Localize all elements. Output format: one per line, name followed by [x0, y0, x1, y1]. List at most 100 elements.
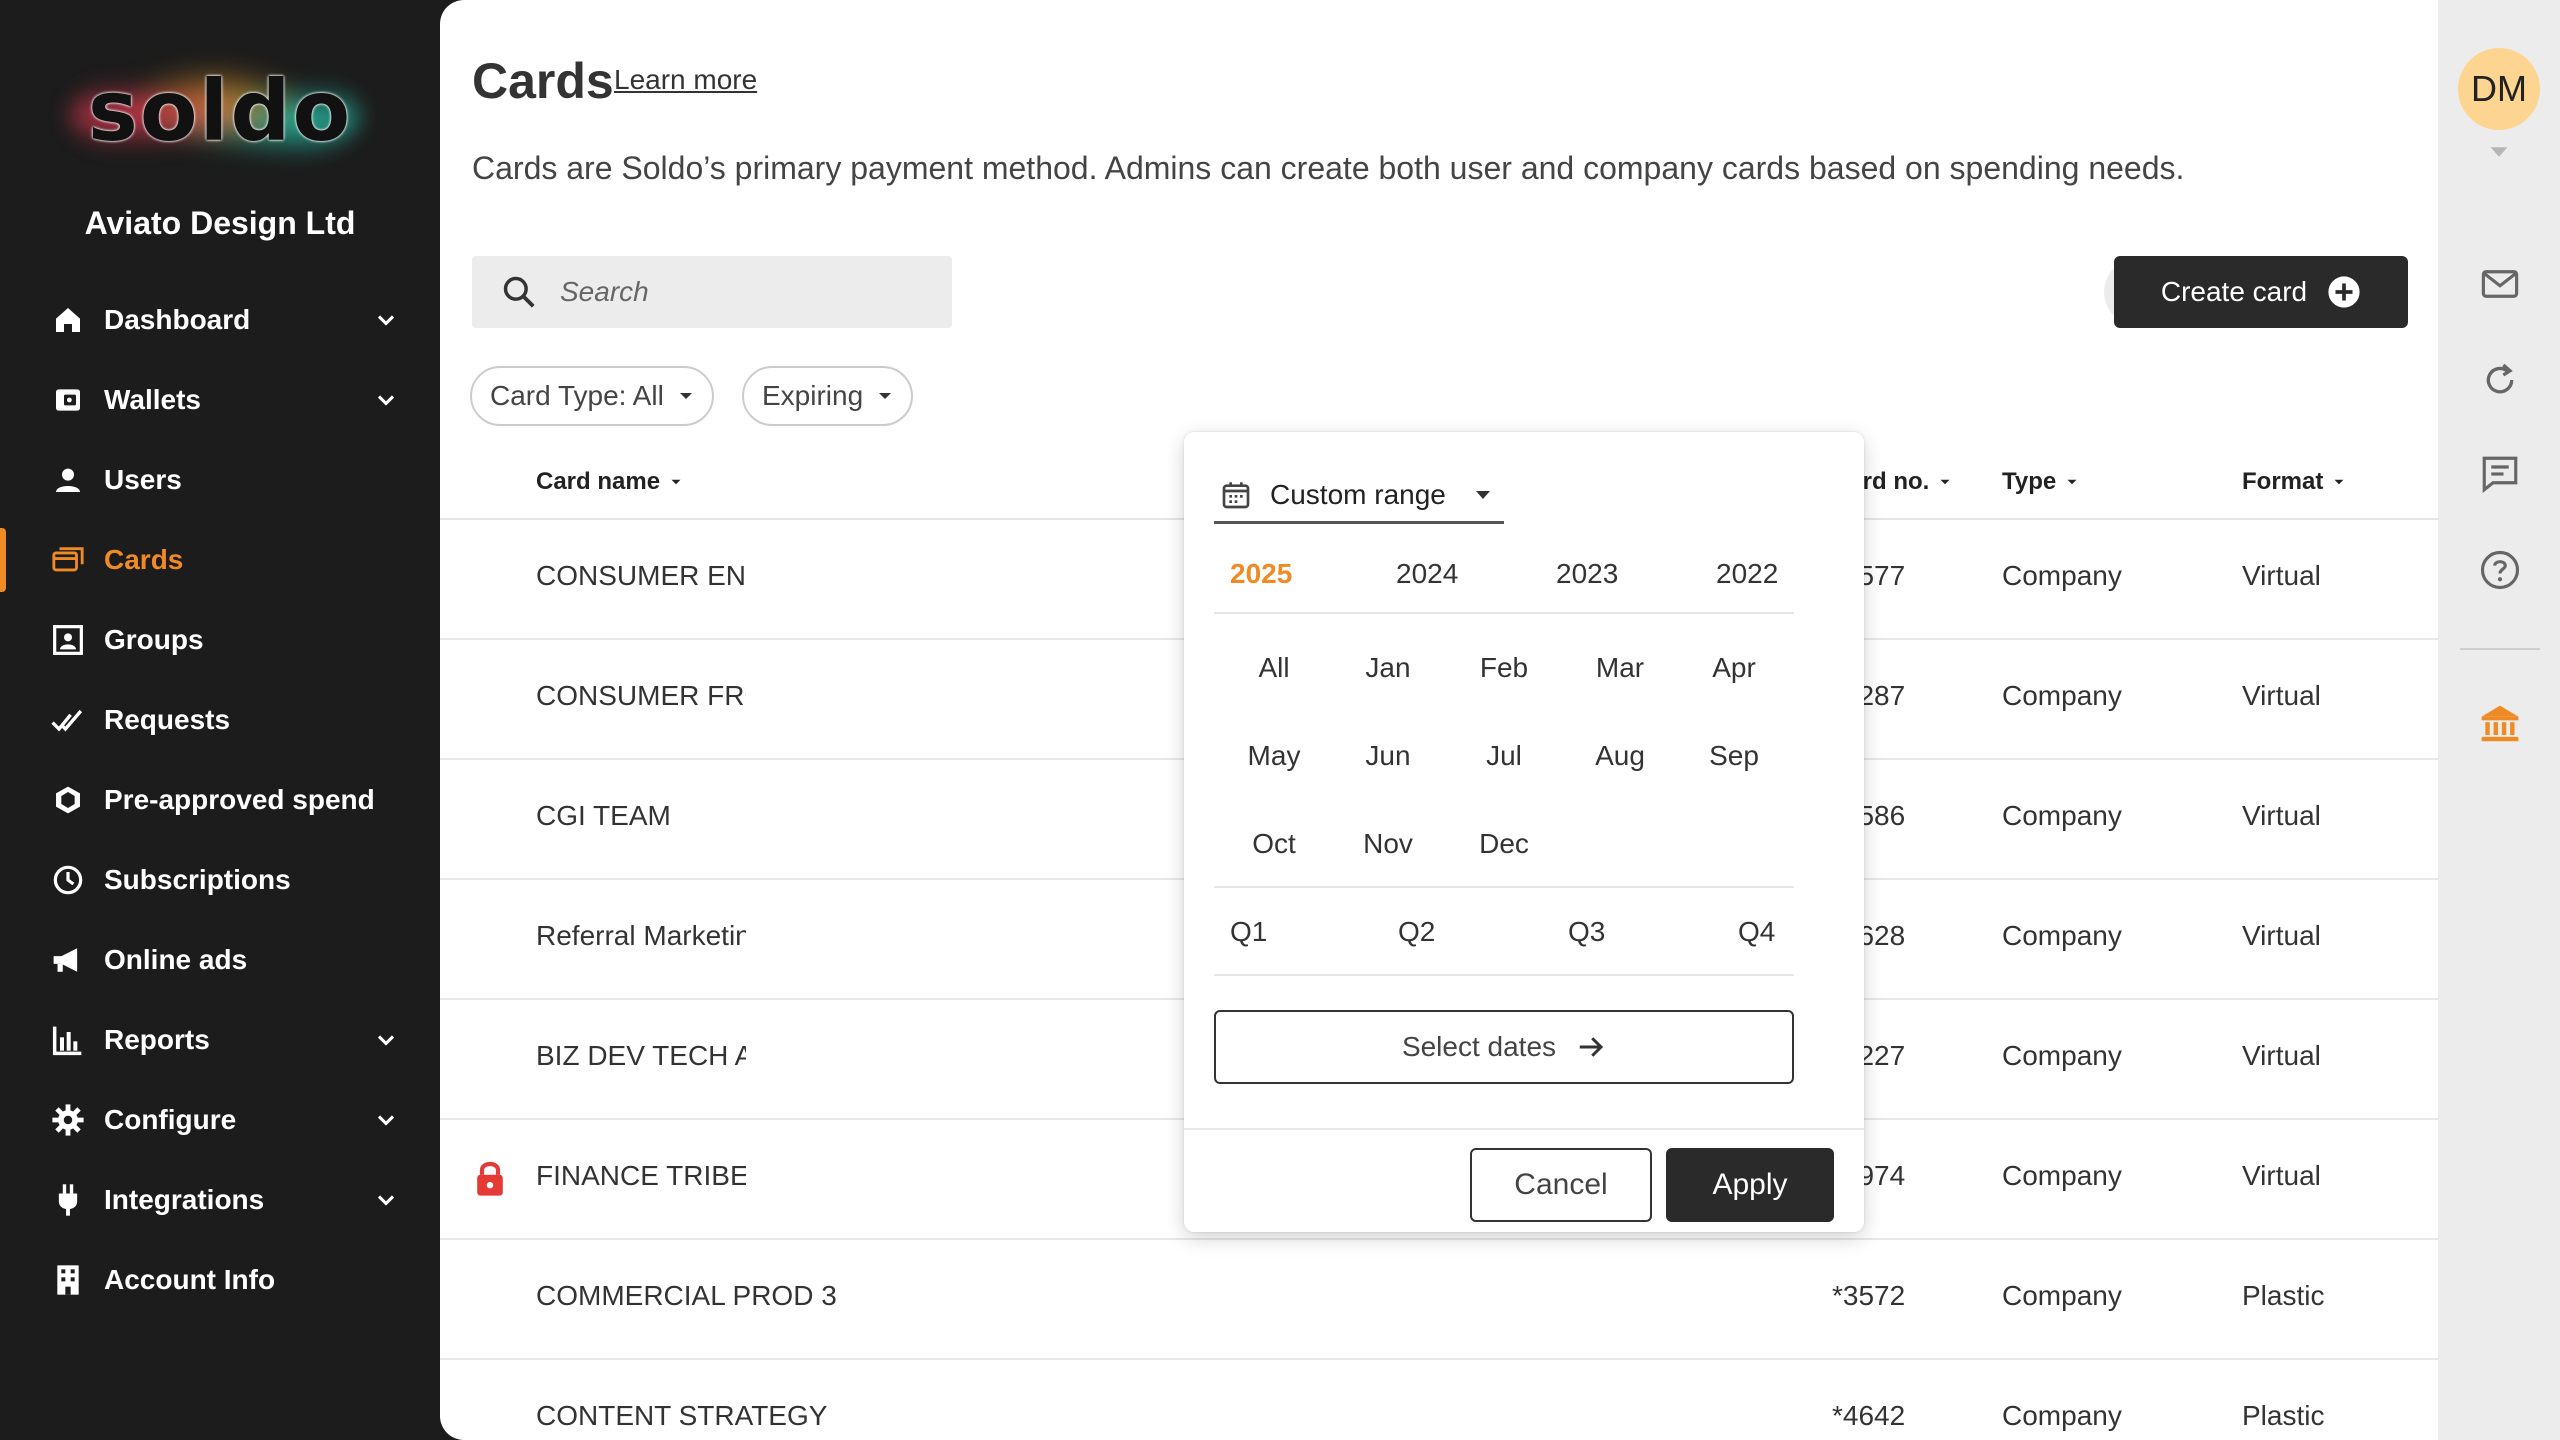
table-row[interactable]: CONTENT STRATEGY *4642 Company Plastic	[440, 1360, 2438, 1440]
sidebar-item-pre-approved-spend[interactable]: Pre-approved spend	[0, 760, 440, 840]
card-type: Company	[2002, 560, 2122, 591]
column-header-type[interactable]: Type	[2002, 468, 2078, 496]
learn-more-link[interactable]: Learn more	[614, 64, 757, 96]
range-type-select[interactable]: Custom range	[1214, 468, 1504, 524]
quarter-q3[interactable]: Q3	[1568, 916, 1605, 948]
create-card-label: Create card	[2160, 276, 2308, 307]
search-input[interactable]: Search	[472, 256, 952, 328]
refresh-icon[interactable]	[2478, 358, 2522, 402]
card-type: Company	[2002, 1400, 2122, 1431]
year-2024[interactable]: 2024	[1396, 558, 1458, 590]
card-name: CONTENT STRATEGY	[536, 1400, 828, 1431]
card-format: Virtual	[2242, 560, 2321, 591]
month-aug[interactable]: Aug	[1570, 740, 1670, 772]
sidebar-item-wallets[interactable]: Wallets	[0, 360, 440, 440]
range-type-label: Custom range	[1270, 478, 1446, 510]
sidebar-item-label: Users	[104, 464, 182, 495]
year-2023[interactable]: 2023	[1556, 558, 1618, 590]
cancel-button[interactable]: Cancel	[1470, 1148, 1652, 1222]
bank-icon[interactable]	[2478, 702, 2522, 746]
caret-down-icon[interactable]	[2488, 146, 2510, 158]
soldo-logo[interactable]: soldo	[0, 50, 440, 180]
column-label: Format	[2242, 468, 2324, 495]
chevron-down-icon[interactable]	[372, 306, 400, 334]
month-sep[interactable]: Sep	[1684, 740, 1784, 772]
quarter-q4[interactable]: Q4	[1738, 916, 1775, 948]
sidebar-item-dashboard[interactable]: Dashboard	[0, 280, 440, 360]
sidebar-item-groups[interactable]: Groups	[0, 600, 440, 680]
card-type: Company	[2002, 800, 2122, 831]
month-dec[interactable]: Dec	[1454, 828, 1554, 860]
sidebar-item-cards[interactable]: Cards	[0, 520, 440, 600]
sidebar-item-integrations[interactable]: Integrations	[0, 1160, 440, 1240]
sidebar-item-label: Online ads	[104, 944, 248, 975]
chevron-down-icon[interactable]	[372, 1026, 400, 1054]
month-mar[interactable]: Mar	[1570, 652, 1670, 684]
chevron-down-icon[interactable]	[372, 386, 400, 414]
apply-button[interactable]: Apply	[1666, 1148, 1834, 1222]
cards-icon	[50, 542, 86, 578]
calendar-icon	[1222, 481, 1250, 508]
month-all[interactable]: All	[1224, 652, 1324, 684]
column-header-card-name[interactable]: Card name	[536, 468, 682, 496]
quarter-q1[interactable]: Q1	[1230, 916, 1267, 948]
help-icon[interactable]	[2478, 548, 2522, 592]
chevron-down-icon[interactable]	[372, 1106, 400, 1134]
home-icon	[50, 302, 86, 338]
column-header-format[interactable]: Format	[2242, 468, 2345, 496]
sidebar-item-label: Dashboard	[104, 304, 251, 335]
month-jan[interactable]: Jan	[1338, 652, 1438, 684]
caret-down-icon	[679, 393, 692, 399]
caret-down-icon	[2334, 479, 2344, 485]
search-placeholder: Search	[560, 276, 649, 307]
card-name: BIZ DEV TECH AN	[536, 1040, 746, 1071]
quarter-row: Q1 Q2 Q3 Q4	[1214, 886, 1794, 976]
avatar[interactable]: DM	[2458, 48, 2540, 130]
sidebar-item-reports[interactable]: Reports	[0, 1000, 440, 1080]
card-name: CONSUMER ENG	[536, 560, 746, 591]
sidebar-item-online-ads[interactable]: Online ads	[0, 920, 440, 1000]
card-type: Company	[2002, 1280, 2122, 1311]
column-label: Type	[2002, 468, 2057, 495]
month-jul[interactable]: Jul	[1454, 740, 1554, 772]
quarter-q2[interactable]: Q2	[1398, 916, 1435, 948]
caret-down-icon	[2067, 479, 2077, 485]
card-format: Virtual	[2242, 800, 2321, 831]
chat-icon[interactable]	[2478, 452, 2522, 496]
caret-down-icon	[671, 479, 681, 485]
month-nov[interactable]: Nov	[1338, 828, 1438, 860]
create-card-button[interactable]: Create card	[2114, 256, 2408, 328]
sidebar-item-subscriptions[interactable]: Subscriptions	[0, 840, 440, 920]
sidebar-item-configure[interactable]: Configure	[0, 1080, 440, 1160]
sidebar-item-requests[interactable]: Requests	[0, 680, 440, 760]
mail-icon[interactable]	[2478, 262, 2522, 306]
requests-icon	[50, 702, 86, 738]
year-2025[interactable]: 2025	[1230, 558, 1292, 590]
card-name: COMMERCIAL PROD 3	[536, 1280, 837, 1311]
sidebar-nav: Dashboard Wallets Users Cards Groups Req…	[0, 280, 440, 1320]
card-type: Company	[2002, 1160, 2122, 1191]
card-name: FINANCE TRIBE	[536, 1160, 746, 1191]
expiring-date-picker: Custom range 2025 2024 2023 2022 All Jan…	[1184, 432, 1864, 1232]
expiring-filter[interactable]: Expiring	[742, 366, 914, 426]
month-may[interactable]: May	[1224, 740, 1324, 772]
picker-footer: Cancel Apply	[1184, 1128, 1864, 1232]
card-type-filter[interactable]: Card Type: All	[470, 366, 714, 426]
year-2022[interactable]: 2022	[1716, 558, 1778, 590]
month-oct[interactable]: Oct	[1224, 828, 1324, 860]
sidebar-item-users[interactable]: Users	[0, 440, 440, 520]
select-dates-button[interactable]: Select dates	[1214, 1010, 1794, 1084]
table-row[interactable]: COMMERCIAL PROD 3 *3572 Company Plastic	[440, 1240, 2438, 1360]
sidebar-item-account-info[interactable]: Account Info	[0, 1240, 440, 1320]
search-icon	[503, 276, 535, 308]
month-jun[interactable]: Jun	[1338, 740, 1438, 772]
page-title: Cards	[472, 53, 614, 109]
card-format: Virtual	[2242, 1040, 2321, 1071]
card-name: Referral Marketin	[536, 920, 746, 951]
arrow-right-icon	[1579, 1037, 1604, 1057]
chart-icon	[50, 1022, 86, 1058]
month-feb[interactable]: Feb	[1454, 652, 1554, 684]
month-apr[interactable]: Apr	[1684, 652, 1784, 684]
chevron-down-icon[interactable]	[372, 1186, 400, 1214]
card-format: Virtual	[2242, 680, 2321, 711]
